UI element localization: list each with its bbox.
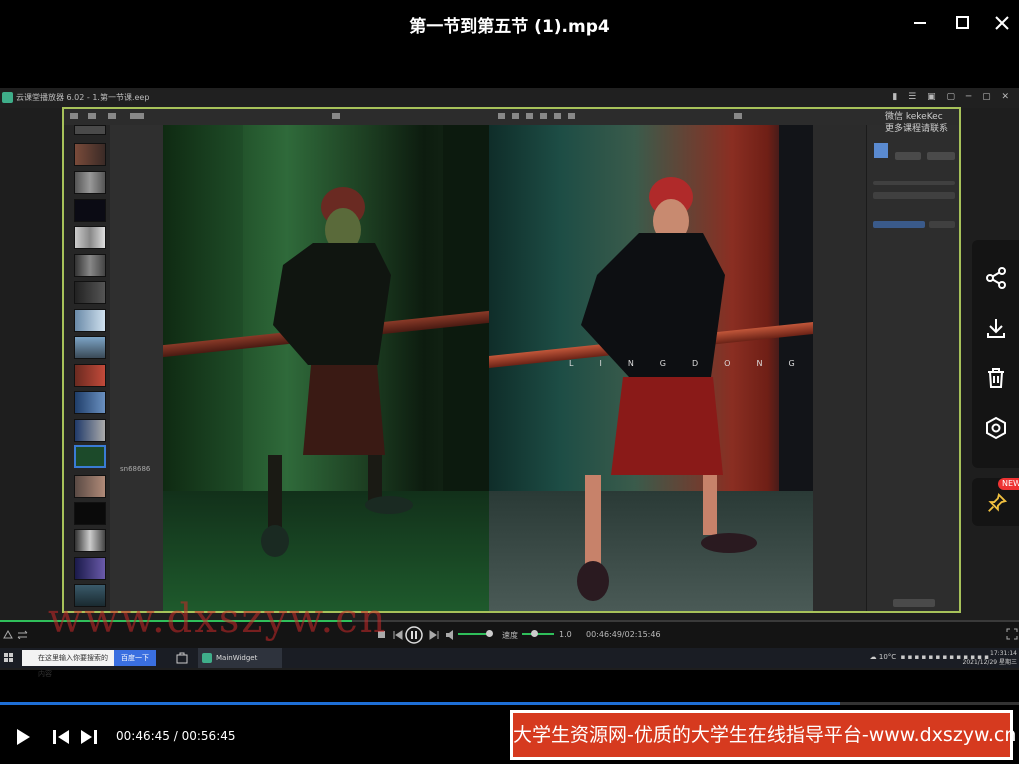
recorded-time: 00:46:49/02:15:46	[586, 630, 661, 639]
photo-after: LINGDONG	[489, 125, 813, 611]
ad-banner[interactable]: 大学生资源网-优质的大学生在线指导平台-www.dxszyw.cn	[510, 710, 1016, 760]
editor-toolbar	[64, 109, 959, 125]
panel-watermark: 微信 kekeKec 更多课程请联系	[885, 112, 949, 134]
download-icon[interactable]	[984, 316, 1008, 340]
recorded-window-controls: ▮ ☰ ▣ ▢ ─ ▢ ✕	[892, 92, 1013, 102]
thumbnail-selected[interactable]	[74, 445, 106, 468]
canvas-margin	[813, 125, 866, 611]
thumbnail[interactable]	[74, 502, 106, 525]
adjustment-panel: 微信 kekeKec 更多课程请联系	[866, 112, 959, 611]
window-title: 第一节到第五节 (1).mp4	[409, 17, 610, 37]
side-action-panel	[972, 240, 1019, 468]
recorded-fullscreen-icon	[1006, 628, 1018, 640]
dropdown-field[interactable]	[929, 221, 955, 228]
apply-button[interactable]	[893, 599, 935, 607]
subject-silhouette	[577, 177, 757, 601]
task-view-icon	[176, 652, 188, 664]
thumbnail[interactable]	[74, 199, 106, 222]
thumbnail[interactable]	[74, 336, 106, 359]
thumbnail[interactable]	[74, 226, 106, 249]
recorded-window-title: 云课堂播放器 6.02 - 1.第一节课.eep	[16, 93, 150, 102]
image-code: sn68686	[120, 465, 151, 473]
recorded-clock: 17:31:14 2021/12/29 星期三	[962, 650, 1018, 666]
time-display: 00:46:45 / 00:56:45	[116, 729, 236, 743]
left-info-panel: sn68686	[110, 125, 163, 611]
recorded-transport-icons	[378, 626, 453, 644]
recorded-search-box: 在这里输入你要搜索的内容	[22, 650, 114, 678]
recorded-window-titlebar: 云课堂播放器 6.02 - 1.第一节课.eep ▮ ☰ ▣ ▢ ─ ▢ ✕	[0, 88, 1019, 108]
dropdown-field[interactable]	[873, 192, 955, 199]
thumbnail[interactable]	[74, 419, 106, 442]
windows-start-icon	[4, 653, 13, 662]
thumbnail[interactable]	[74, 281, 106, 304]
next-button[interactable]	[78, 726, 100, 748]
thumbnail[interactable]	[74, 529, 106, 552]
thumbnail[interactable]	[74, 171, 106, 194]
thumbnail-strip[interactable]	[64, 125, 110, 611]
settings-hex-icon[interactable]	[984, 416, 1008, 440]
app-logo-icon	[2, 92, 13, 103]
close-icon	[995, 16, 1009, 30]
thumbnail[interactable]	[74, 364, 106, 387]
dropdown-field[interactable]	[873, 221, 925, 228]
maximize-button[interactable]	[950, 12, 974, 34]
thumbnail[interactable]	[74, 125, 106, 135]
current-time: 00:46:45	[116, 729, 170, 743]
trash-icon[interactable]	[984, 366, 1008, 390]
panel-button[interactable]	[895, 152, 921, 160]
new-badge: NEW	[998, 478, 1019, 490]
thumbnail[interactable]	[74, 143, 106, 166]
photo-overlay-text: LINGDONG	[569, 359, 813, 368]
preset-icon	[874, 143, 888, 158]
slider-track[interactable]	[873, 181, 955, 185]
thumbnail[interactable]	[74, 475, 106, 498]
title-bar: 第一节到第五节 (1).mp4	[0, 0, 1019, 48]
share-icon[interactable]	[984, 266, 1008, 290]
minimize-icon	[914, 22, 926, 24]
thumbnail[interactable]	[74, 254, 106, 277]
panel-button[interactable]	[927, 152, 955, 160]
recorded-playlist-icons	[3, 629, 28, 639]
thumbnail[interactable]	[74, 391, 106, 414]
subject-silhouette	[261, 187, 413, 557]
pin-icon	[988, 492, 1008, 512]
previous-button[interactable]	[50, 726, 72, 748]
thumbnail[interactable]	[74, 557, 106, 580]
time-separator: /	[173, 729, 178, 743]
photo-before	[163, 125, 489, 611]
close-button[interactable]	[990, 12, 1014, 34]
recorded-taskbar-app: MainWidget	[198, 648, 282, 668]
recorded-speed-label: 速度	[502, 631, 518, 640]
recorded-speed-value: 1.0	[559, 630, 572, 639]
play-button[interactable]	[12, 726, 34, 748]
thumbnail[interactable]	[74, 309, 106, 332]
site-watermark: www.dxszyw.cn	[48, 596, 388, 642]
minimize-button[interactable]	[908, 12, 932, 34]
toolbar-icons	[70, 113, 742, 119]
total-time: 00:56:45	[181, 729, 236, 743]
recorded-search-button: 百度一下	[114, 650, 156, 666]
maximize-icon	[956, 16, 969, 29]
recorded-taskbar: 在这里输入你要搜索的内容 百度一下 MainWidget ☁ 10°C ▪ ▪ …	[0, 648, 1019, 678]
